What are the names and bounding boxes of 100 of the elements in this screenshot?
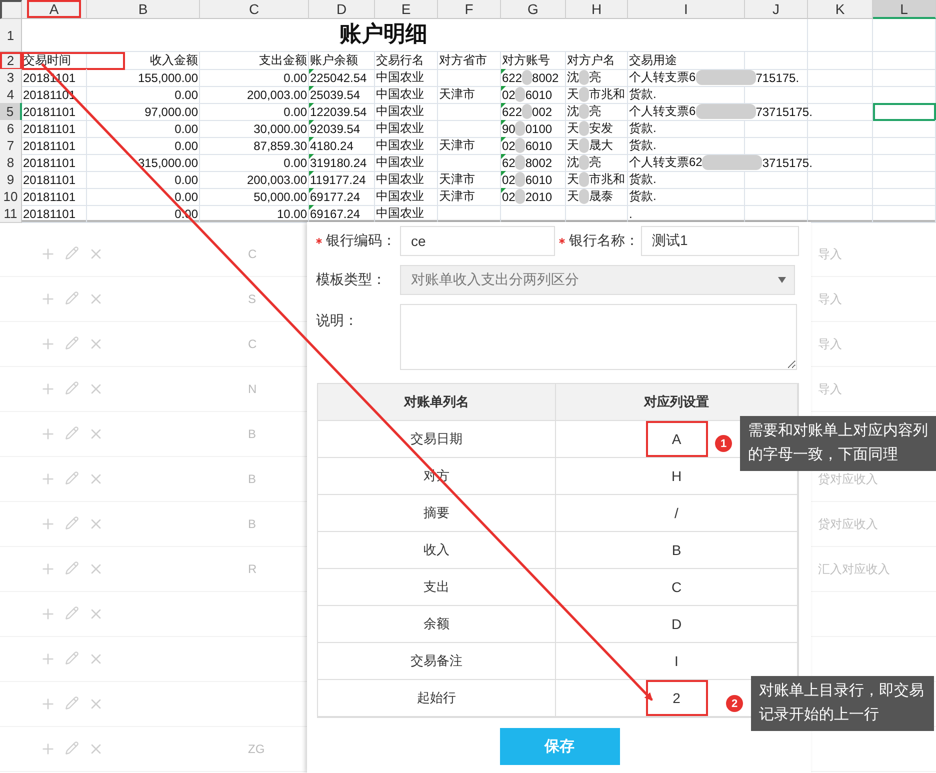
row-code: S [248, 292, 256, 306]
add-icon[interactable] [40, 246, 56, 262]
edit-icon[interactable] [65, 651, 79, 665]
column-header[interactable]: C [200, 0, 309, 19]
add-icon[interactable] [40, 471, 56, 487]
empty-cell [808, 171, 873, 189]
text-field[interactable]: ce [400, 226, 555, 256]
row-header[interactable]: 7 [0, 137, 22, 155]
empty-cell [873, 52, 936, 70]
column-letter: 2 [646, 680, 708, 716]
edit-icon[interactable] [65, 336, 79, 350]
redaction-blur [579, 87, 589, 102]
add-icon[interactable] [40, 561, 56, 577]
empty-cell [808, 69, 873, 87]
row-code: C [248, 337, 257, 351]
add-icon[interactable] [40, 741, 56, 757]
add-icon[interactable] [40, 696, 56, 712]
table-cell: 50,000.00 [200, 188, 309, 206]
row-header[interactable]: 3 [0, 69, 22, 87]
empty-cell [438, 154, 501, 172]
table-cell: 中国农业 [375, 69, 438, 87]
row-note: 贷对应收入 [818, 516, 878, 532]
table-cell: 02 2010 [501, 188, 566, 206]
row-header[interactable]: 6 [0, 120, 22, 138]
table-cell: 62 8002 [501, 154, 566, 172]
edit-icon[interactable] [65, 561, 79, 575]
table-cell: 天津市 [438, 137, 501, 155]
row-note: 贷对应收入 [818, 470, 878, 488]
empty-cell [873, 19, 936, 52]
edit-icon[interactable] [65, 516, 79, 530]
row-header[interactable]: 1 [0, 19, 22, 52]
column-header[interactable]: F [438, 0, 501, 19]
add-icon[interactable] [40, 291, 56, 307]
row-header[interactable]: 2 [0, 52, 22, 70]
column-header[interactable]: A [22, 0, 87, 19]
row-code: C [248, 247, 257, 261]
table-cell: 交易日期 [318, 421, 556, 458]
column-header[interactable]: I [628, 0, 745, 19]
redaction-blur [696, 104, 756, 119]
select-all-corner[interactable] [0, 0, 22, 19]
table-cell: 0.00 [87, 86, 200, 104]
edit-icon[interactable] [65, 741, 79, 755]
add-icon[interactable] [40, 426, 56, 442]
redaction-blur [579, 172, 589, 187]
column-header[interactable]: K [808, 0, 873, 19]
table-header: 对账单列名 [318, 384, 556, 421]
redaction-blur [522, 70, 532, 85]
add-icon[interactable] [40, 651, 56, 667]
redaction-blur [579, 189, 589, 204]
table-cell: 119177.24 [309, 171, 375, 189]
column-header[interactable]: D [309, 0, 375, 19]
table-cell: 天 晟大 [566, 137, 628, 155]
row-header[interactable]: 10 [0, 188, 22, 206]
column-header[interactable]: G [501, 0, 566, 19]
column-header[interactable]: H [566, 0, 628, 19]
column-header[interactable]: L [873, 0, 936, 19]
edit-icon[interactable] [65, 471, 79, 485]
redaction-blur [702, 155, 762, 170]
add-icon[interactable] [40, 606, 56, 622]
table-cell: 25039.54 [309, 86, 375, 104]
edit-icon[interactable] [65, 426, 79, 440]
empty-cell [438, 120, 501, 138]
table-cell: 622 8002 [501, 69, 566, 87]
edit-icon[interactable] [65, 291, 79, 305]
table-cell: 20181101 [22, 154, 87, 172]
row-note: 导入 [818, 380, 842, 398]
table-cell: 货款. [628, 120, 745, 138]
table-cell: 10.00 [200, 205, 309, 223]
row-header[interactable]: 5 [0, 103, 22, 121]
table-cell: 天 安发 [566, 120, 628, 138]
edit-icon[interactable] [65, 246, 79, 260]
row-header[interactable]: 11 [0, 205, 22, 223]
empty-cell [873, 188, 936, 206]
required-icon [316, 238, 322, 244]
column-header[interactable]: B [87, 0, 200, 19]
edit-icon[interactable] [65, 606, 79, 620]
row-header[interactable]: 9 [0, 171, 22, 189]
table-cell: 起始行 [318, 680, 556, 717]
row-header[interactable]: 8 [0, 154, 22, 172]
empty-cell [808, 120, 873, 138]
redaction-blur [579, 138, 589, 153]
table-cell: 30,000.00 [200, 120, 309, 138]
table-cell: 货款. [628, 188, 745, 206]
description-field[interactable] [400, 304, 797, 370]
empty-cell [808, 52, 873, 70]
column-header[interactable]: E [375, 0, 438, 19]
table-cell: 200,003.00 [200, 171, 309, 189]
add-icon[interactable] [40, 381, 56, 397]
add-icon[interactable] [40, 336, 56, 352]
row-header[interactable]: 4 [0, 86, 22, 104]
field-label: 银行名称： [555, 232, 641, 250]
add-icon[interactable] [40, 516, 56, 532]
row-code: R [248, 562, 257, 576]
table-cell: 20181101 [22, 205, 87, 223]
redaction-blur [515, 155, 526, 170]
text-field[interactable]: 测试1 [641, 226, 799, 256]
edit-icon[interactable] [65, 696, 79, 710]
table-cell: 天津市 [438, 188, 501, 206]
edit-icon[interactable] [65, 381, 79, 395]
column-header[interactable]: J [745, 0, 808, 19]
